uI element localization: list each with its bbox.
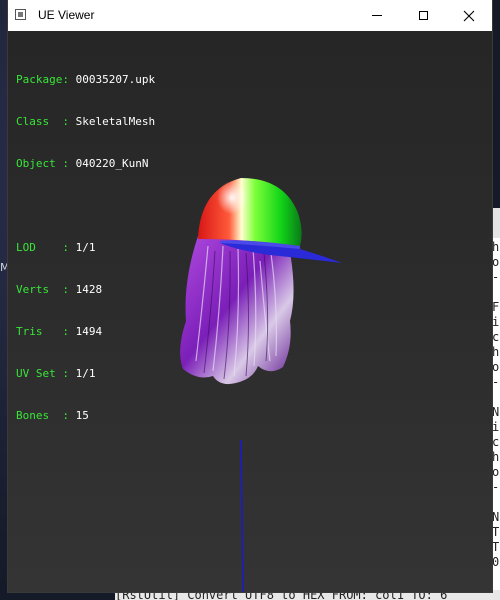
app-window-icon[interactable] <box>15 9 26 20</box>
minimize-icon <box>372 15 382 16</box>
console-line: - <box>492 480 500 494</box>
console-line: i <box>492 315 500 329</box>
title-bar[interactable]: UE Viewer <box>8 0 492 31</box>
skeletal-mesh-render[interactable] <box>8 31 492 592</box>
console-line: F <box>492 300 500 314</box>
console-line: T <box>492 525 500 539</box>
axis-line <box>240 439 244 592</box>
console-line: o <box>492 255 500 269</box>
console-line: 0 <box>492 555 500 569</box>
window-title: UE Viewer <box>38 8 95 22</box>
close-icon <box>463 10 475 21</box>
hair-mesh <box>180 236 294 385</box>
maximize-icon <box>418 11 428 20</box>
ue-viewer-window[interactable]: UE Viewer Package: 00035207.upk Class : … <box>8 0 492 592</box>
minimize-button[interactable] <box>354 0 400 31</box>
console-line: - <box>492 270 500 284</box>
console-line: T <box>492 540 500 554</box>
close-button[interactable] <box>446 0 492 31</box>
console-line: h <box>492 240 500 254</box>
console-line: o <box>492 465 500 479</box>
3d-viewport[interactable]: Package: 00035207.upk Class : SkeletalMe… <box>8 31 492 592</box>
console-line: c <box>492 435 500 449</box>
console-line: N <box>492 510 500 524</box>
console-line: c <box>492 330 500 344</box>
console-line: h <box>492 345 500 359</box>
console-line: - <box>492 375 500 389</box>
cap-highlight <box>211 178 261 234</box>
console-line: N <box>492 405 500 419</box>
console-line: i <box>492 420 500 434</box>
console-line: h <box>492 450 500 464</box>
desktop-background: M h o - F i c h o - N i c h o - N T T 0 <box>0 0 500 600</box>
background-console-text: h o - F i c h o - N i c h o - N T T 0 <box>492 240 499 570</box>
maximize-button[interactable] <box>400 0 446 31</box>
console-line: o <box>492 360 500 374</box>
